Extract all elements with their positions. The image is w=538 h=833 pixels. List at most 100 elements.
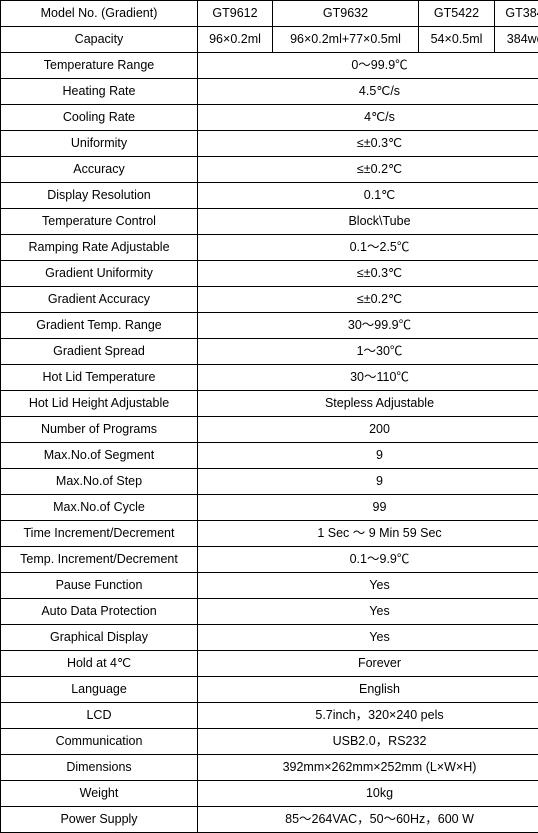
table-row: Display Resolution 0.1℃ (0, 182, 538, 209)
table-row: Gradient Accuracy ≤±0.2℃ (0, 286, 538, 313)
table-row: Temp. Increment/Decrement 0.1～9.9℃ (0, 546, 538, 573)
row-label: Max.No.of Step (0, 468, 198, 495)
row-label: Temperature Range (0, 52, 198, 79)
row-label: Cooling Rate (0, 104, 198, 131)
row-value: ≤±0.2℃ (197, 156, 538, 183)
row-label: Power Supply (0, 806, 198, 833)
row-label: LCD (0, 702, 198, 729)
row-value: Yes (197, 572, 538, 599)
row-label: Communication (0, 728, 198, 755)
table-row: Uniformity ≤±0.3℃ (0, 130, 538, 157)
header-label-cell: Model No. (Gradient) (0, 0, 198, 27)
row-value: Block\Tube (197, 208, 538, 235)
row-value: 4℃/s (197, 104, 538, 131)
specifications-table: Model No. (Gradient) GT9612 GT9632 GT542… (0, 0, 538, 833)
table-header-row: Model No. (Gradient) GT9612 GT9632 GT542… (0, 0, 538, 27)
table-row: Cooling Rate 4℃/s (0, 104, 538, 131)
row-label: Temp. Increment/Decrement (0, 546, 198, 573)
capacity-gt5422: 54×0.5ml (418, 26, 495, 53)
row-value: Yes (197, 624, 538, 651)
row-value: 5.7inch，320×240 pels (197, 702, 538, 729)
table-row-capacity: Capacity 96×0.2ml 96×0.2ml+77×0.5ml 54×0… (0, 26, 538, 53)
table-row: Pause Function Yes (0, 572, 538, 599)
capacity-gt9612: 96×0.2ml (197, 26, 273, 53)
header-model-gt9612: GT9612 (197, 0, 273, 27)
row-value: ≤±0.3℃ (197, 260, 538, 287)
row-value: Stepless Adjustable (197, 390, 538, 417)
table-row: Language English (0, 676, 538, 703)
row-label: Display Resolution (0, 182, 198, 209)
row-value: USB2.0，RS232 (197, 728, 538, 755)
row-label: Heating Rate (0, 78, 198, 105)
table-row: Gradient Uniformity ≤±0.3℃ (0, 260, 538, 287)
row-value: 0.1～9.9℃ (197, 546, 538, 573)
row-label: Temperature Control (0, 208, 198, 235)
row-label: Number of Programs (0, 416, 198, 443)
table-row: Max.No.of Cycle 99 (0, 494, 538, 521)
table-row: Number of Programs 200 (0, 416, 538, 443)
row-value: 0～99.9℃ (197, 52, 538, 79)
row-value: ≤±0.3℃ (197, 130, 538, 157)
row-value: Yes (197, 598, 538, 625)
row-label: Accuracy (0, 156, 198, 183)
row-value: English (197, 676, 538, 703)
row-label: Gradient Accuracy (0, 286, 198, 313)
row-label: Pause Function (0, 572, 198, 599)
table-row: Gradient Temp. Range 30～99.9℃ (0, 312, 538, 339)
table-row: Hot Lid Height Adjustable Stepless Adjus… (0, 390, 538, 417)
table-row: Accuracy ≤±0.2℃ (0, 156, 538, 183)
row-label: Time Increment/Decrement (0, 520, 198, 547)
row-value: 30～99.9℃ (197, 312, 538, 339)
row-value: 0.1～2.5℃ (197, 234, 538, 261)
table-row: LCD 5.7inch，320×240 pels (0, 702, 538, 729)
row-label-capacity: Capacity (0, 26, 198, 53)
capacity-gt9632: 96×0.2ml+77×0.5ml (272, 26, 419, 53)
row-label: Graphical Display (0, 624, 198, 651)
row-label: Gradient Spread (0, 338, 198, 365)
row-label: Uniformity (0, 130, 198, 157)
table-body: Model No. (Gradient) GT9612 GT9632 GT542… (0, 0, 538, 833)
row-label: Hot Lid Temperature (0, 364, 198, 391)
row-label: Gradient Temp. Range (0, 312, 198, 339)
row-value: 392mm×262mm×252mm (L×W×H) (197, 754, 538, 781)
header-model-gt9632: GT9632 (272, 0, 419, 27)
table-row: Temperature Control Block\Tube (0, 208, 538, 235)
row-label: Hold at 4℃ (0, 650, 198, 677)
row-value: 9 (197, 442, 538, 469)
row-label: Language (0, 676, 198, 703)
table-row: Time Increment/Decrement 1 Sec ～ 9 Min 5… (0, 520, 538, 547)
row-value: 9 (197, 468, 538, 495)
table-row: Hold at 4℃ Forever (0, 650, 538, 677)
row-value: 99 (197, 494, 538, 521)
row-label: Dimensions (0, 754, 198, 781)
row-value: 85～264VAC，50～60Hz，600 W (197, 806, 538, 833)
row-value: 4.5℃/s (197, 78, 538, 105)
header-model-gt5422: GT5422 (418, 0, 495, 27)
header-model-gt3842: GT3842 (494, 0, 538, 27)
row-label: Ramping Rate Adjustable (0, 234, 198, 261)
row-value: 200 (197, 416, 538, 443)
capacity-gt3842: 384well (494, 26, 538, 53)
row-value: ≤±0.2℃ (197, 286, 538, 313)
row-value: 10kg (197, 780, 538, 807)
row-value: 30～110℃ (197, 364, 538, 391)
row-label: Auto Data Protection (0, 598, 198, 625)
table-row: Hot Lid Temperature 30～110℃ (0, 364, 538, 391)
row-label: Hot Lid Height Adjustable (0, 390, 198, 417)
row-label: Max.No.of Cycle (0, 494, 198, 521)
table-row: Heating Rate 4.5℃/s (0, 78, 538, 105)
table-row: Auto Data Protection Yes (0, 598, 538, 625)
table-row: Weight 10kg (0, 780, 538, 807)
row-value: 1 Sec ～ 9 Min 59 Sec (197, 520, 538, 547)
row-label: Max.No.of Segment (0, 442, 198, 469)
table-row: Communication USB2.0，RS232 (0, 728, 538, 755)
table-row: Temperature Range 0～99.9℃ (0, 52, 538, 79)
table-row: Gradient Spread 1～30℃ (0, 338, 538, 365)
row-value: Forever (197, 650, 538, 677)
table-row: Dimensions 392mm×262mm×252mm (L×W×H) (0, 754, 538, 781)
table-row: Ramping Rate Adjustable 0.1～2.5℃ (0, 234, 538, 261)
row-value: 0.1℃ (197, 182, 538, 209)
table-row: Power Supply 85～264VAC，50～60Hz，600 W (0, 806, 538, 833)
table-row: Max.No.of Step 9 (0, 468, 538, 495)
table-row: Max.No.of Segment 9 (0, 442, 538, 469)
